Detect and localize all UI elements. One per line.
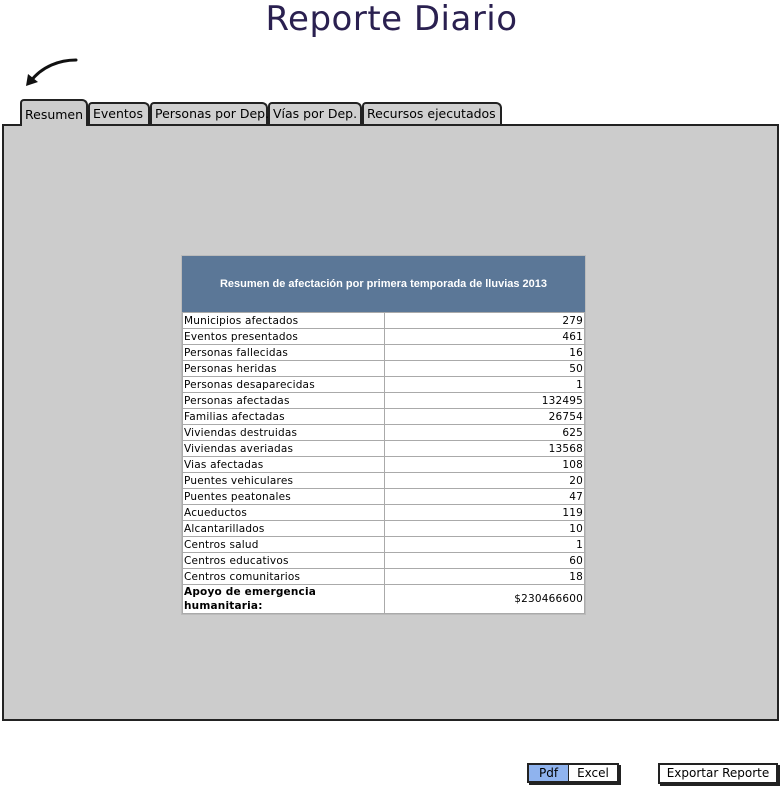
row-value: 18: [384, 568, 585, 585]
row-value: 16: [384, 344, 585, 361]
row-value: 625: [384, 424, 585, 441]
row-value: 108: [384, 456, 585, 473]
row-label: Eventos presentados: [182, 328, 385, 345]
row-label: Puentes vehiculares: [182, 472, 385, 489]
row-label: Personas fallecidas: [182, 344, 385, 361]
row-value: 119: [384, 504, 585, 521]
tab-panel: Resumen de afectación por primera tempor…: [2, 124, 779, 721]
row-value: 132495: [384, 392, 585, 409]
row-label: Centros educativos: [182, 552, 385, 569]
table-row: Municipios afectados 279: [182, 312, 585, 329]
tab-vias-por-dep[interactable]: Vías por Dep.: [268, 102, 362, 124]
table-row: Personas afectadas 132495: [182, 392, 585, 409]
row-value: 10: [384, 520, 585, 537]
excel-option[interactable]: Excel: [569, 765, 617, 781]
row-value: $230466600: [384, 584, 585, 614]
table-row: Centros comunitarios 18: [182, 568, 585, 585]
row-label: Alcantarillados: [182, 520, 385, 537]
row-value: 1: [384, 536, 585, 553]
table-row: Vias afectadas 108: [182, 456, 585, 473]
table-row: Personas heridas 50: [182, 360, 585, 377]
table-row: Familias afectadas 26754: [182, 408, 585, 425]
row-label: Personas heridas: [182, 360, 385, 377]
row-label: Acueductos: [182, 504, 385, 521]
row-label: Centros salud: [182, 536, 385, 553]
row-label: Centros comunitarios: [182, 568, 385, 585]
row-value: 20: [384, 472, 585, 489]
table-row: Personas fallecidas 16: [182, 344, 585, 361]
page-title: Reporte Diario: [265, 0, 518, 39]
table-row: Apoyo de emergencia humanitaria: $2304666…: [182, 584, 585, 614]
row-value: 60: [384, 552, 585, 569]
table-row: Personas desaparecidas 1: [182, 376, 585, 393]
row-label: Personas desaparecidas: [182, 376, 385, 393]
row-label: Vias afectadas: [182, 456, 385, 473]
row-value: 279: [384, 312, 585, 329]
table-row: Alcantarillados 10: [182, 520, 585, 537]
curved-arrow-icon: [26, 58, 78, 86]
table-row: Viviendas averiadas 13568: [182, 440, 585, 457]
row-value: 26754: [384, 408, 585, 425]
tab-personas-por-dep[interactable]: Personas por Dep.: [150, 102, 269, 124]
row-label: Municipios afectados: [182, 312, 385, 329]
row-label: Viviendas averiadas: [182, 440, 385, 457]
row-label: Apoyo de emergencia humanitaria:: [182, 584, 385, 614]
export-format-toggle: Pdf Excel: [527, 763, 619, 783]
row-value: 13568: [384, 440, 585, 457]
tab-recursos-ejecutados[interactable]: Recursos ejecutados: [362, 102, 502, 124]
summary-table: Resumen de afectación por primera tempor…: [181, 255, 586, 615]
row-label: Puentes peatonales: [182, 488, 385, 505]
row-label: Familias afectadas: [182, 408, 385, 425]
table-row: Viviendas destruidas 625: [182, 424, 585, 441]
table-row: Puentes vehiculares 20: [182, 472, 585, 489]
table-row: Centros educativos 60: [182, 552, 585, 569]
table-row: Centros salud 1: [182, 536, 585, 553]
table-row: Acueductos 119: [182, 504, 585, 521]
summary-rows: Municipios afectados 279 Eventos presentad…: [182, 312, 585, 614]
summary-table-header: Resumen de afectación por primera tempor…: [182, 256, 585, 312]
row-value: 1: [384, 376, 585, 393]
row-value: 47: [384, 488, 585, 505]
table-row: Eventos presentados 461: [182, 328, 585, 345]
row-label: Viviendas destruidas: [182, 424, 385, 441]
table-row: Puentes peatonales 47: [182, 488, 585, 505]
row-value: 461: [384, 328, 585, 345]
tab-resumen[interactable]: Resumen: [20, 99, 88, 126]
tab-eventos[interactable]: Eventos: [88, 102, 150, 124]
row-value: 50: [384, 360, 585, 377]
row-label: Personas afectadas: [182, 392, 385, 409]
pdf-option[interactable]: Pdf: [529, 765, 570, 781]
export-report-button[interactable]: Exportar Reporte: [658, 763, 778, 784]
